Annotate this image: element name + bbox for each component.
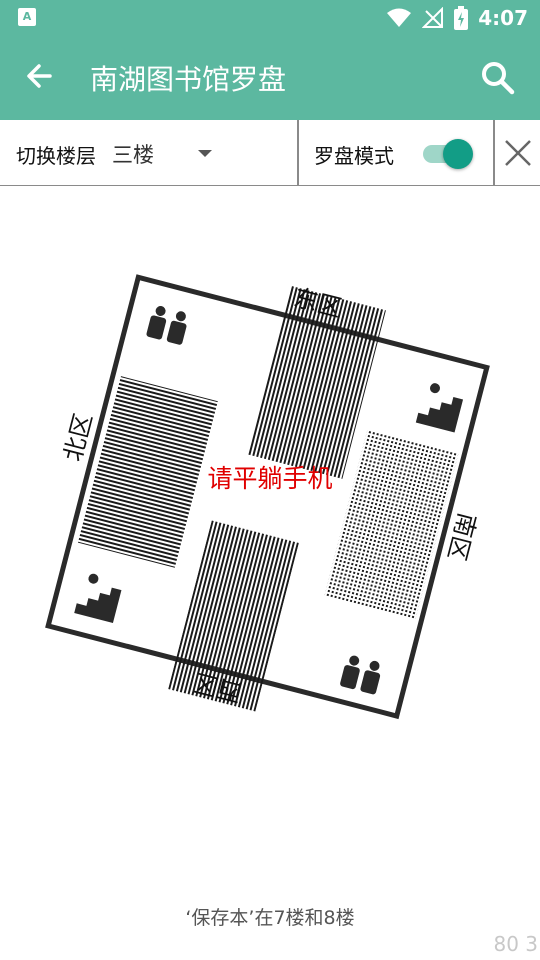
text-a-icon: A [18,8,36,26]
page-title: 南湖图书馆罗盘 [90,63,287,96]
app-bar: 南湖图书馆罗盘 [0,36,540,120]
close-icon[interactable] [503,138,533,168]
center-instruction: 请平躺手机 [207,464,332,493]
divider [493,120,495,186]
wifi-icon [387,8,412,27]
divider [297,120,299,186]
status-time: 4:07 [478,6,528,30]
chevron-down-icon[interactable] [198,150,212,157]
signal-icon [422,7,444,28]
toggle-thumb [443,139,473,169]
floor-switch-label: 切换楼层 [16,144,96,168]
compass-mode-toggle[interactable] [421,138,473,169]
search-icon[interactable] [478,58,518,98]
footer-note: ‘保存本’在7楼和8楼 [185,907,355,929]
battery-charging-icon [454,6,469,30]
compass-map: 东区 西区 北区 南区 请平躺手机 [45,274,490,720]
arrow-back-icon[interactable] [20,56,60,96]
floor-select[interactable]: 三楼 [112,139,154,169]
status-icons: 4:07 [386,0,528,36]
corner-number: 80 3 [493,932,538,956]
floor-toolbar: 切换楼层 三楼 罗盘模式 [0,120,540,186]
status-bar: A 4:07 [0,0,540,36]
compass-mode-label: 罗盘模式 [314,144,394,168]
